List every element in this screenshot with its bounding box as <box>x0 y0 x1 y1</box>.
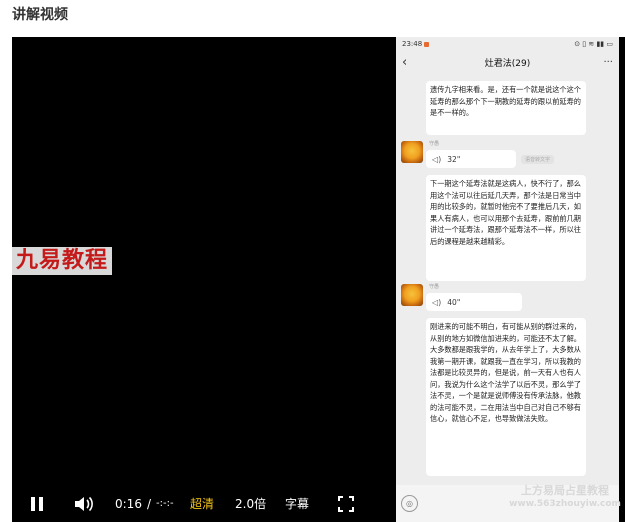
duration: -:-:- <box>156 498 174 509</box>
time-separator: / <box>146 496 151 511</box>
notification-icon <box>424 41 430 47</box>
sender-name: 守愚 <box>429 284 440 290</box>
site-watermark: 上方易局占星教程 www.563zhouyiw.com <box>490 484 625 514</box>
voice-wave-icon: ◁) <box>432 297 442 307</box>
voice-duration: 32" <box>447 154 461 164</box>
voice-input-icon: ◎ <box>401 495 418 512</box>
avatar <box>401 141 423 163</box>
status-time: 23:48 <box>402 40 423 48</box>
chat-screenshot: 23:48 ⊙ ▯ ≋ ▮▮ ▭ ‹ 灶君法(29) ··· 遗传九字相来看。是… <box>396 37 619 485</box>
voice-message: ◁) 32" <box>426 150 516 168</box>
voice-duration: 40" <box>447 297 461 307</box>
phone-status-bar: 23:48 ⊙ ▯ ≋ ▮▮ ▭ <box>396 37 619 51</box>
back-arrow-icon: ‹ <box>402 54 408 70</box>
fullscreen-icon[interactable] <box>338 485 354 522</box>
more-icon: ··· <box>603 56 613 68</box>
page-title: 讲解视频 <box>12 7 68 23</box>
status-icons: ⊙ ▯ ≋ ▮▮ ▭ <box>574 40 613 48</box>
speed-button[interactable]: 2.0倍 <box>235 485 266 522</box>
subtitles-button[interactable]: 字幕 <box>285 485 309 522</box>
volume-icon[interactable] <box>74 485 94 522</box>
current-time: 0:16 <box>115 496 142 511</box>
voice-to-text-label: 语音转文字 <box>521 155 555 164</box>
message-bubble: 刚进来的可能不明白，有可能从别的群过来的，从别的地方如微信加进来的，可能还不太了… <box>426 318 586 476</box>
pause-icon[interactable] <box>29 485 45 522</box>
chat-header: ‹ 灶君法(29) ··· <box>396 51 619 73</box>
voice-wave-icon: ◁) <box>432 154 442 164</box>
site-watermark-line2: www.563zhouyiw.com <box>509 499 621 509</box>
player-controls: 0:16 / -:-:- 超清 2.0倍 字幕 <box>12 485 396 522</box>
quality-button[interactable]: 超清 <box>190 485 214 522</box>
time-display: 0:16 / -:-:- <box>115 485 174 522</box>
sender-name: 守愚 <box>429 141 440 147</box>
avatar <box>401 284 423 306</box>
message-bubble: 下一期这个延寿法就是这病人，快不行了，那么用这个法可以往后延几天弄，那个法是日常… <box>426 175 586 281</box>
message-bubble: 遗传九字相来看。是，还有一个就是说这个这个延寿的那么那个下一期教的延寿的跟以前延… <box>426 81 586 135</box>
video-watermark: 九易教程 <box>12 247 113 275</box>
chat-title: 灶君法(29) <box>484 58 531 69</box>
voice-message: ◁) 40" <box>426 293 522 311</box>
site-watermark-line1: 上方易局占星教程 <box>521 484 609 497</box>
video-player[interactable]: 九易教程 23:48 ⊙ ▯ ≋ ▮▮ ▭ ‹ 灶君法(29) ··· 遗传九字… <box>12 37 625 522</box>
